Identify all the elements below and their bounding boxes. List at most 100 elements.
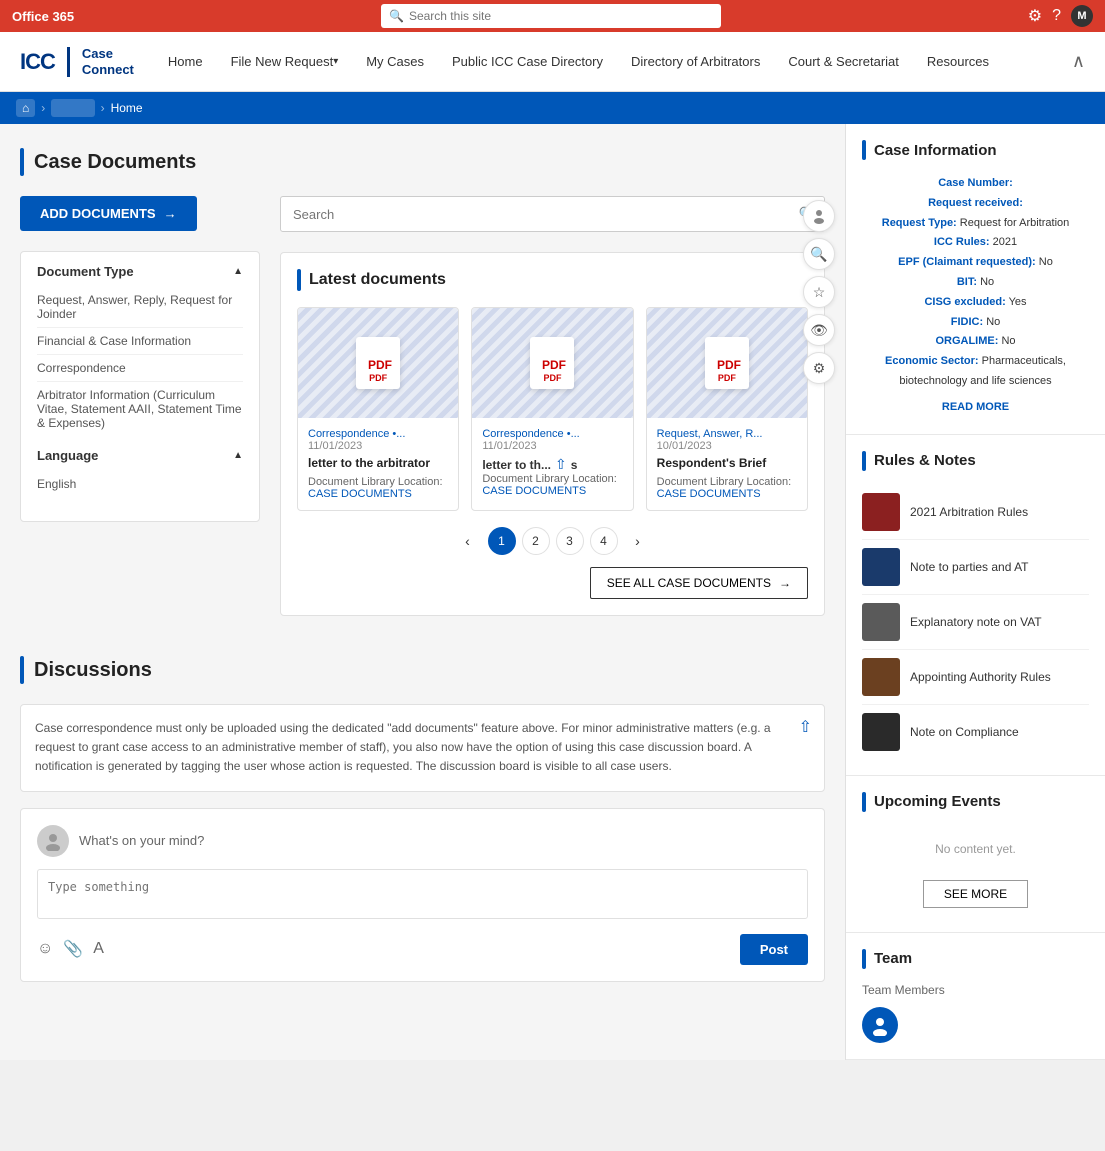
filter-lang-0[interactable]: English: [37, 471, 243, 497]
rule-title-1: Note to parties and AT: [910, 560, 1029, 574]
help-icon[interactable]: ?: [1052, 7, 1061, 25]
float-star-icon[interactable]: ☆: [803, 276, 835, 308]
rule-item-0[interactable]: 2021 Arbitration Rules: [862, 485, 1089, 540]
case-field-1: Request received:: [862, 194, 1089, 214]
rule-title-2: Explanatory note on VAT: [910, 615, 1042, 629]
doc-type-label: Document Type: [37, 264, 134, 279]
nav-file-new-request[interactable]: File New Request: [217, 32, 353, 92]
float-search-icon[interactable]: 🔍: [803, 238, 835, 270]
pdf-icon-0: PDF: [356, 337, 400, 389]
nav-directory-arbitrators[interactable]: Directory of Arbitrators: [617, 32, 774, 92]
no-events-text: No content yet.: [862, 826, 1089, 872]
rule-item-4[interactable]: Note on Compliance: [862, 705, 1089, 759]
page-1-button[interactable]: 1: [488, 527, 516, 555]
see-all-button[interactable]: SEE ALL CASE DOCUMENTS →: [590, 567, 808, 599]
see-more-button[interactable]: SEE MORE: [923, 880, 1028, 908]
rule-item-2[interactable]: Explanatory note on VAT: [862, 595, 1089, 650]
filter-item-0[interactable]: Request, Answer, Reply, Request for Join…: [37, 287, 243, 328]
case-field-7: FIDIC: No: [862, 313, 1089, 333]
upcoming-events-bar: [862, 792, 866, 812]
doc-card-1[interactable]: PDF Correspondence •... 11/01/2023: [471, 307, 633, 511]
top-search-input[interactable]: [381, 4, 721, 28]
upcoming-events-header: Upcoming Events: [862, 792, 1089, 812]
chevron-up-icon-2: ▲: [233, 450, 243, 461]
doc-location-link-0[interactable]: CASE DOCUMENTS: [308, 488, 412, 500]
breadcrumb-home-icon[interactable]: ⌂: [16, 99, 35, 117]
doc-card-body-1: Correspondence •... 11/01/2023 letter to…: [472, 418, 632, 507]
doc-location-link-2[interactable]: CASE DOCUMENTS: [657, 488, 761, 500]
content-with-filter: ADD DOCUMENTS → Document Type ▲ Request,…: [20, 196, 825, 646]
upcoming-events-section: Upcoming Events No content yet. SEE MORE: [846, 776, 1105, 933]
nav-court-secretariat[interactable]: Court & Secretariat: [774, 32, 913, 92]
doc-card-body-0: Correspondence •... 11/01/2023 letter to…: [298, 418, 458, 510]
logo[interactable]: ICC Case Connect: [20, 46, 134, 77]
add-documents-label: ADD DOCUMENTS: [40, 206, 156, 221]
float-eye-icon[interactable]: 👁: [803, 314, 835, 346]
settings-icon[interactable]: ⚙: [1028, 6, 1042, 26]
latest-header-bar: [297, 269, 301, 291]
case-field-4: EPF (Claimant requested): No: [862, 253, 1089, 273]
document-type-title[interactable]: Document Type ▲: [37, 264, 243, 279]
attachment-icon[interactable]: 📎: [63, 939, 83, 959]
case-documents-header: Case Documents: [20, 148, 825, 176]
doc-location-link-1[interactable]: CASE DOCUMENTS: [482, 485, 586, 497]
nav-home[interactable]: Home: [154, 32, 217, 92]
pdf-svg-2: PDF: [713, 347, 741, 379]
prev-page-button[interactable]: ‹: [454, 527, 482, 555]
team-title: Team: [874, 950, 912, 967]
read-more-link[interactable]: READ MORE: [862, 398, 1089, 418]
filter-item-2[interactable]: Correspondence: [37, 355, 243, 382]
rule-item-3[interactable]: Appointing Authority Rules: [862, 650, 1089, 705]
doc-thumb-0: PDF: [298, 308, 458, 418]
page-4-button[interactable]: 4: [590, 527, 618, 555]
rules-notes-bar: [862, 451, 866, 471]
doc-search-input[interactable]: [280, 196, 825, 232]
doc-card-0[interactable]: PDF Correspondence •... 11/01/2023 lette…: [297, 307, 459, 511]
team-member-avatar[interactable]: [862, 1007, 898, 1043]
svg-text:PDF: PDF: [542, 358, 566, 372]
float-settings-icon[interactable]: ⚙: [803, 352, 835, 384]
language-label: Language: [37, 448, 98, 463]
doc-cards: PDF Correspondence •... 11/01/2023 lette…: [297, 307, 808, 511]
discussion-textarea[interactable]: [37, 869, 808, 919]
rule-item-1[interactable]: Note to parties and AT: [862, 540, 1089, 595]
add-documents-button[interactable]: ADD DOCUMENTS →: [20, 196, 197, 231]
filter-item-1[interactable]: Financial & Case Information: [37, 328, 243, 355]
svg-text:PDF: PDF: [368, 358, 392, 372]
language-title[interactable]: Language ▲: [37, 448, 243, 463]
doc-card-2[interactable]: PDF Request, Answer, R... 10/01/2023 Res…: [646, 307, 808, 511]
logo-divider: [67, 47, 70, 77]
rule-title-0: 2021 Arbitration Rules: [910, 505, 1028, 519]
nav-public-icc[interactable]: Public ICC Case Directory: [438, 32, 617, 92]
collapse-icon-1[interactable]: ⇧: [555, 456, 567, 473]
discussions-collapse-button[interactable]: ⇧: [799, 717, 812, 737]
rule-title-4: Note on Compliance: [910, 725, 1019, 739]
rule-thumb-4: [862, 713, 900, 751]
latest-docs-title: Latest documents: [309, 271, 446, 289]
case-field-6: CISG excluded: Yes: [862, 293, 1089, 313]
case-info-bar: [862, 140, 866, 160]
page-2-button[interactable]: 2: [522, 527, 550, 555]
see-all-wrap: SEE ALL CASE DOCUMENTS →: [297, 567, 808, 599]
nav-my-cases[interactable]: My Cases: [352, 32, 438, 92]
doc-card-body-2: Request, Answer, R... 10/01/2023 Respond…: [647, 418, 807, 510]
case-info-header: Case Information: [862, 140, 1089, 160]
page-3-button[interactable]: 3: [556, 527, 584, 555]
doc-thumb-2: PDF: [647, 308, 807, 418]
filter-item-3[interactable]: Arbitrator Information (Curriculum Vitae…: [37, 382, 243, 436]
post-button[interactable]: Post: [740, 934, 808, 965]
user-avatar-top[interactable]: M: [1071, 5, 1093, 27]
doc-search-wrap: 🔍: [280, 196, 825, 232]
float-person-icon[interactable]: [803, 200, 835, 232]
next-page-button[interactable]: ›: [624, 527, 652, 555]
team-member-icon: [869, 1014, 891, 1036]
nav-resources[interactable]: Resources: [913, 32, 1003, 92]
font-icon[interactable]: A: [93, 940, 104, 958]
logo-icc: ICC: [20, 49, 55, 75]
nav-collapse-icon[interactable]: ∧: [1072, 51, 1085, 72]
upcoming-events-title: Upcoming Events: [874, 793, 1001, 810]
see-all-label: SEE ALL CASE DOCUMENTS: [607, 576, 771, 590]
top-search-wrap: 🔍: [381, 4, 721, 28]
emoji-icon[interactable]: ☺: [37, 940, 53, 958]
case-field-3: ICC Rules: 2021: [862, 233, 1089, 253]
